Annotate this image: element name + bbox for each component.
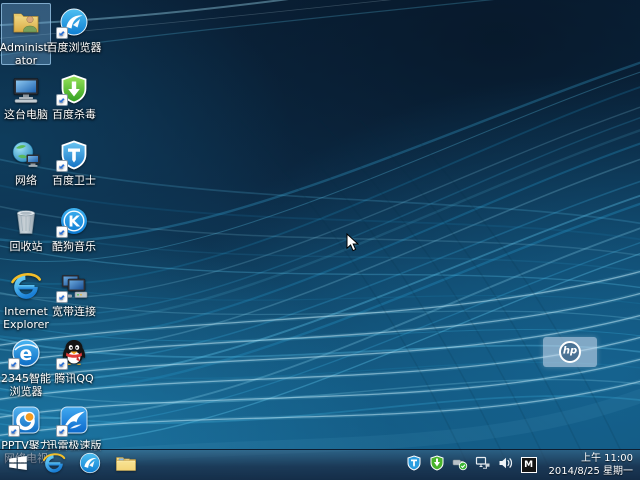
- desktop-icon-label: 百度浏览器: [46, 41, 102, 54]
- broadband-icon: [58, 270, 90, 302]
- hp-logo: hp: [543, 337, 597, 367]
- ie-icon: [42, 451, 66, 479]
- desktop-icon-label: 百度杀毒: [46, 108, 102, 121]
- shortcut-arrow-icon: [56, 160, 68, 172]
- 2345-browser-icon: e: [10, 337, 42, 369]
- input-method-icon: M: [521, 457, 537, 473]
- shortcut-arrow-icon: [56, 291, 68, 303]
- tray-icons: M: [406, 457, 537, 473]
- desktop-icons-layer: Administrator百度浏览器这台电脑百度杀毒网络百度卫士回收站 K 酷狗音乐…: [0, 0, 640, 480]
- tray-green-shield-icon: [429, 455, 445, 475]
- explorer-folder-icon: [114, 451, 138, 479]
- desktop[interactable]: Administrator百度浏览器这台电脑百度杀毒网络百度卫士回收站 K 酷狗音乐…: [0, 0, 640, 480]
- clock-time: 上午 11:00: [549, 452, 633, 465]
- desktop-icon-tencent-qq[interactable]: 腾讯QQ: [49, 334, 99, 396]
- tray-input-method[interactable]: M: [521, 457, 537, 473]
- tray-baidu-antivirus[interactable]: [429, 457, 445, 473]
- desktop-icon-internet-explorer[interactable]: Internet Explorer: [1, 267, 51, 329]
- shortcut-arrow-icon: [8, 358, 20, 370]
- svg-text:K: K: [68, 213, 81, 231]
- shortcut-arrow-icon: [56, 425, 68, 437]
- taskbar-buttons: [0, 450, 144, 480]
- kugou-icon: K: [58, 205, 90, 237]
- taskbar: M 上午 11:00 2014/8/25 星期一: [0, 449, 640, 480]
- shortcut-arrow-icon: [56, 94, 68, 106]
- tray-usb[interactable]: [452, 457, 468, 473]
- network-status-icon: [475, 455, 491, 475]
- usb-drive-icon: [452, 455, 468, 475]
- shortcut-arrow-icon: [8, 425, 20, 437]
- desktop-icon-administrator[interactable]: Administrator: [1, 3, 51, 65]
- taskbar-baidu-browser[interactable]: [72, 450, 108, 480]
- desktop-icon-label: 百度卫士: [46, 174, 102, 187]
- desktop-icon-network[interactable]: 网络: [1, 136, 51, 198]
- qq-penguin-icon: [58, 337, 90, 369]
- baidu-browser-icon: [78, 451, 102, 479]
- desktop-icon-broadband[interactable]: 宽带连接: [49, 267, 99, 329]
- desktop-icon-label: 腾讯QQ: [46, 372, 102, 385]
- hp-logo-text: hp: [563, 347, 577, 357]
- tray-baidu-weishi[interactable]: [406, 457, 422, 473]
- desktop-icon-baidu-antivirus[interactable]: 百度杀毒: [49, 70, 99, 132]
- recycle-bin-icon: [10, 205, 42, 237]
- start-button[interactable]: [0, 450, 36, 480]
- desktop-icon-baidu-weishi[interactable]: 百度卫士: [49, 136, 99, 198]
- folder-user-icon: [10, 6, 42, 38]
- desktop-icon-recycle-bin[interactable]: 回收站: [1, 202, 51, 264]
- system-tray: M 上午 11:00 2014/8/25 星期一: [406, 450, 640, 480]
- xunlei-bird-icon: [58, 404, 90, 436]
- network-globe-icon: [10, 139, 42, 171]
- taskbar-clock[interactable]: 上午 11:00 2014/8/25 星期一: [549, 452, 633, 478]
- green-shield-icon: [58, 73, 90, 105]
- baidu-browser-icon: [58, 6, 90, 38]
- volume-icon: [498, 455, 514, 475]
- shortcut-arrow-icon: [56, 358, 68, 370]
- taskbar-ie[interactable]: [36, 450, 72, 480]
- desktop-icon-kugou-music[interactable]: K 酷狗音乐: [49, 202, 99, 264]
- tray-volume[interactable]: [498, 457, 514, 473]
- shortcut-arrow-icon: [56, 27, 68, 39]
- desktop-icon-label: 宽带连接: [46, 305, 102, 318]
- desktop-icon-baidu-browser[interactable]: 百度浏览器: [49, 3, 99, 65]
- ie-icon: [10, 270, 42, 302]
- tray-network[interactable]: [475, 457, 491, 473]
- computer-icon: [10, 73, 42, 105]
- hp-logo-circle: hp: [559, 341, 581, 363]
- taskbar-file-explorer[interactable]: [108, 450, 144, 480]
- desktop-icon-this-pc[interactable]: 这台电脑: [1, 70, 51, 132]
- desktop-icon-2345-browser[interactable]: e2345智能浏览器: [1, 334, 51, 396]
- shortcut-arrow-icon: [56, 226, 68, 238]
- desktop-icon-label: 酷狗音乐: [46, 240, 102, 253]
- tray-blue-shield-icon: [406, 455, 422, 475]
- blue-shield-icon: [58, 139, 90, 171]
- clock-date: 2014/8/25 星期一: [549, 465, 633, 478]
- pptv-icon: [10, 404, 42, 436]
- win8-start-icon: [6, 451, 30, 479]
